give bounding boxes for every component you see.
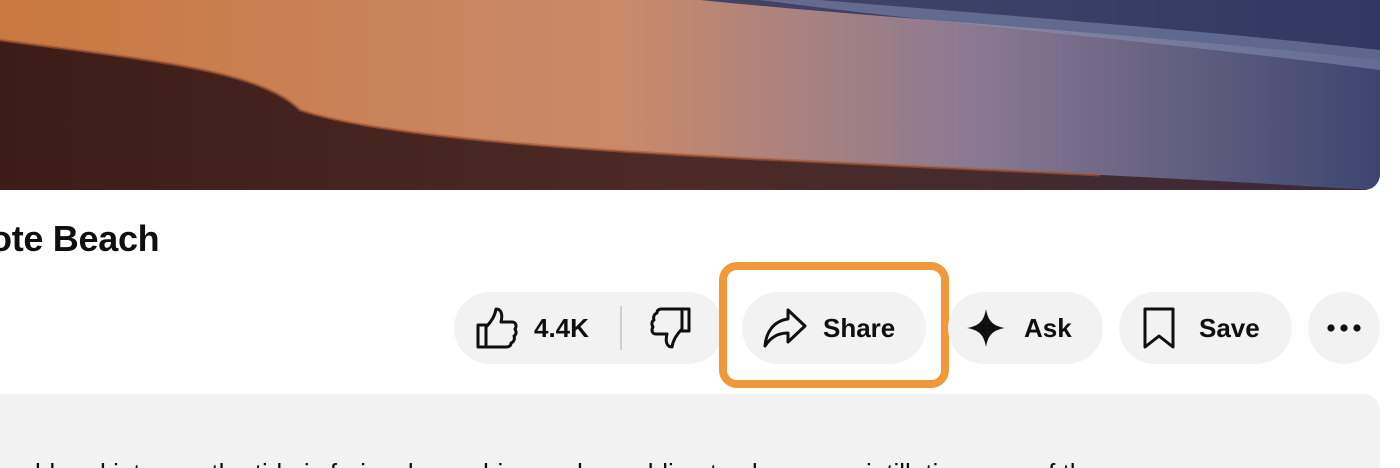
more-horizontal-icon bbox=[1324, 308, 1364, 348]
thumbs-down-icon bbox=[648, 306, 692, 350]
sparkle-icon bbox=[966, 308, 1006, 348]
share-label: Share bbox=[823, 313, 896, 343]
like-dislike-group: 4.4K bbox=[454, 292, 724, 364]
save-button[interactable]: Save bbox=[1119, 292, 1292, 364]
dislike-button[interactable] bbox=[622, 292, 724, 364]
description-box[interactable]: ld and intense, the tide is furiously cr… bbox=[0, 394, 1380, 468]
ask-label: Ask bbox=[1024, 313, 1072, 343]
bookmark-icon bbox=[1139, 306, 1179, 350]
save-label: Save bbox=[1199, 313, 1260, 343]
sunset-beach-image bbox=[0, 0, 1380, 190]
more-actions-button[interactable] bbox=[1308, 292, 1380, 364]
like-button[interactable]: 4.4K bbox=[454, 292, 620, 364]
video-player[interactable] bbox=[0, 0, 1380, 190]
share-arrow-icon bbox=[762, 307, 808, 349]
description-text: ld and intense, the tide is furiously cr… bbox=[35, 458, 1099, 468]
like-count: 4.4K bbox=[534, 313, 589, 343]
ask-button[interactable]: Ask bbox=[948, 292, 1103, 364]
video-title: ote Beach bbox=[0, 218, 160, 259]
thumbs-up-icon bbox=[474, 306, 520, 350]
share-button[interactable]: Share bbox=[742, 292, 926, 364]
